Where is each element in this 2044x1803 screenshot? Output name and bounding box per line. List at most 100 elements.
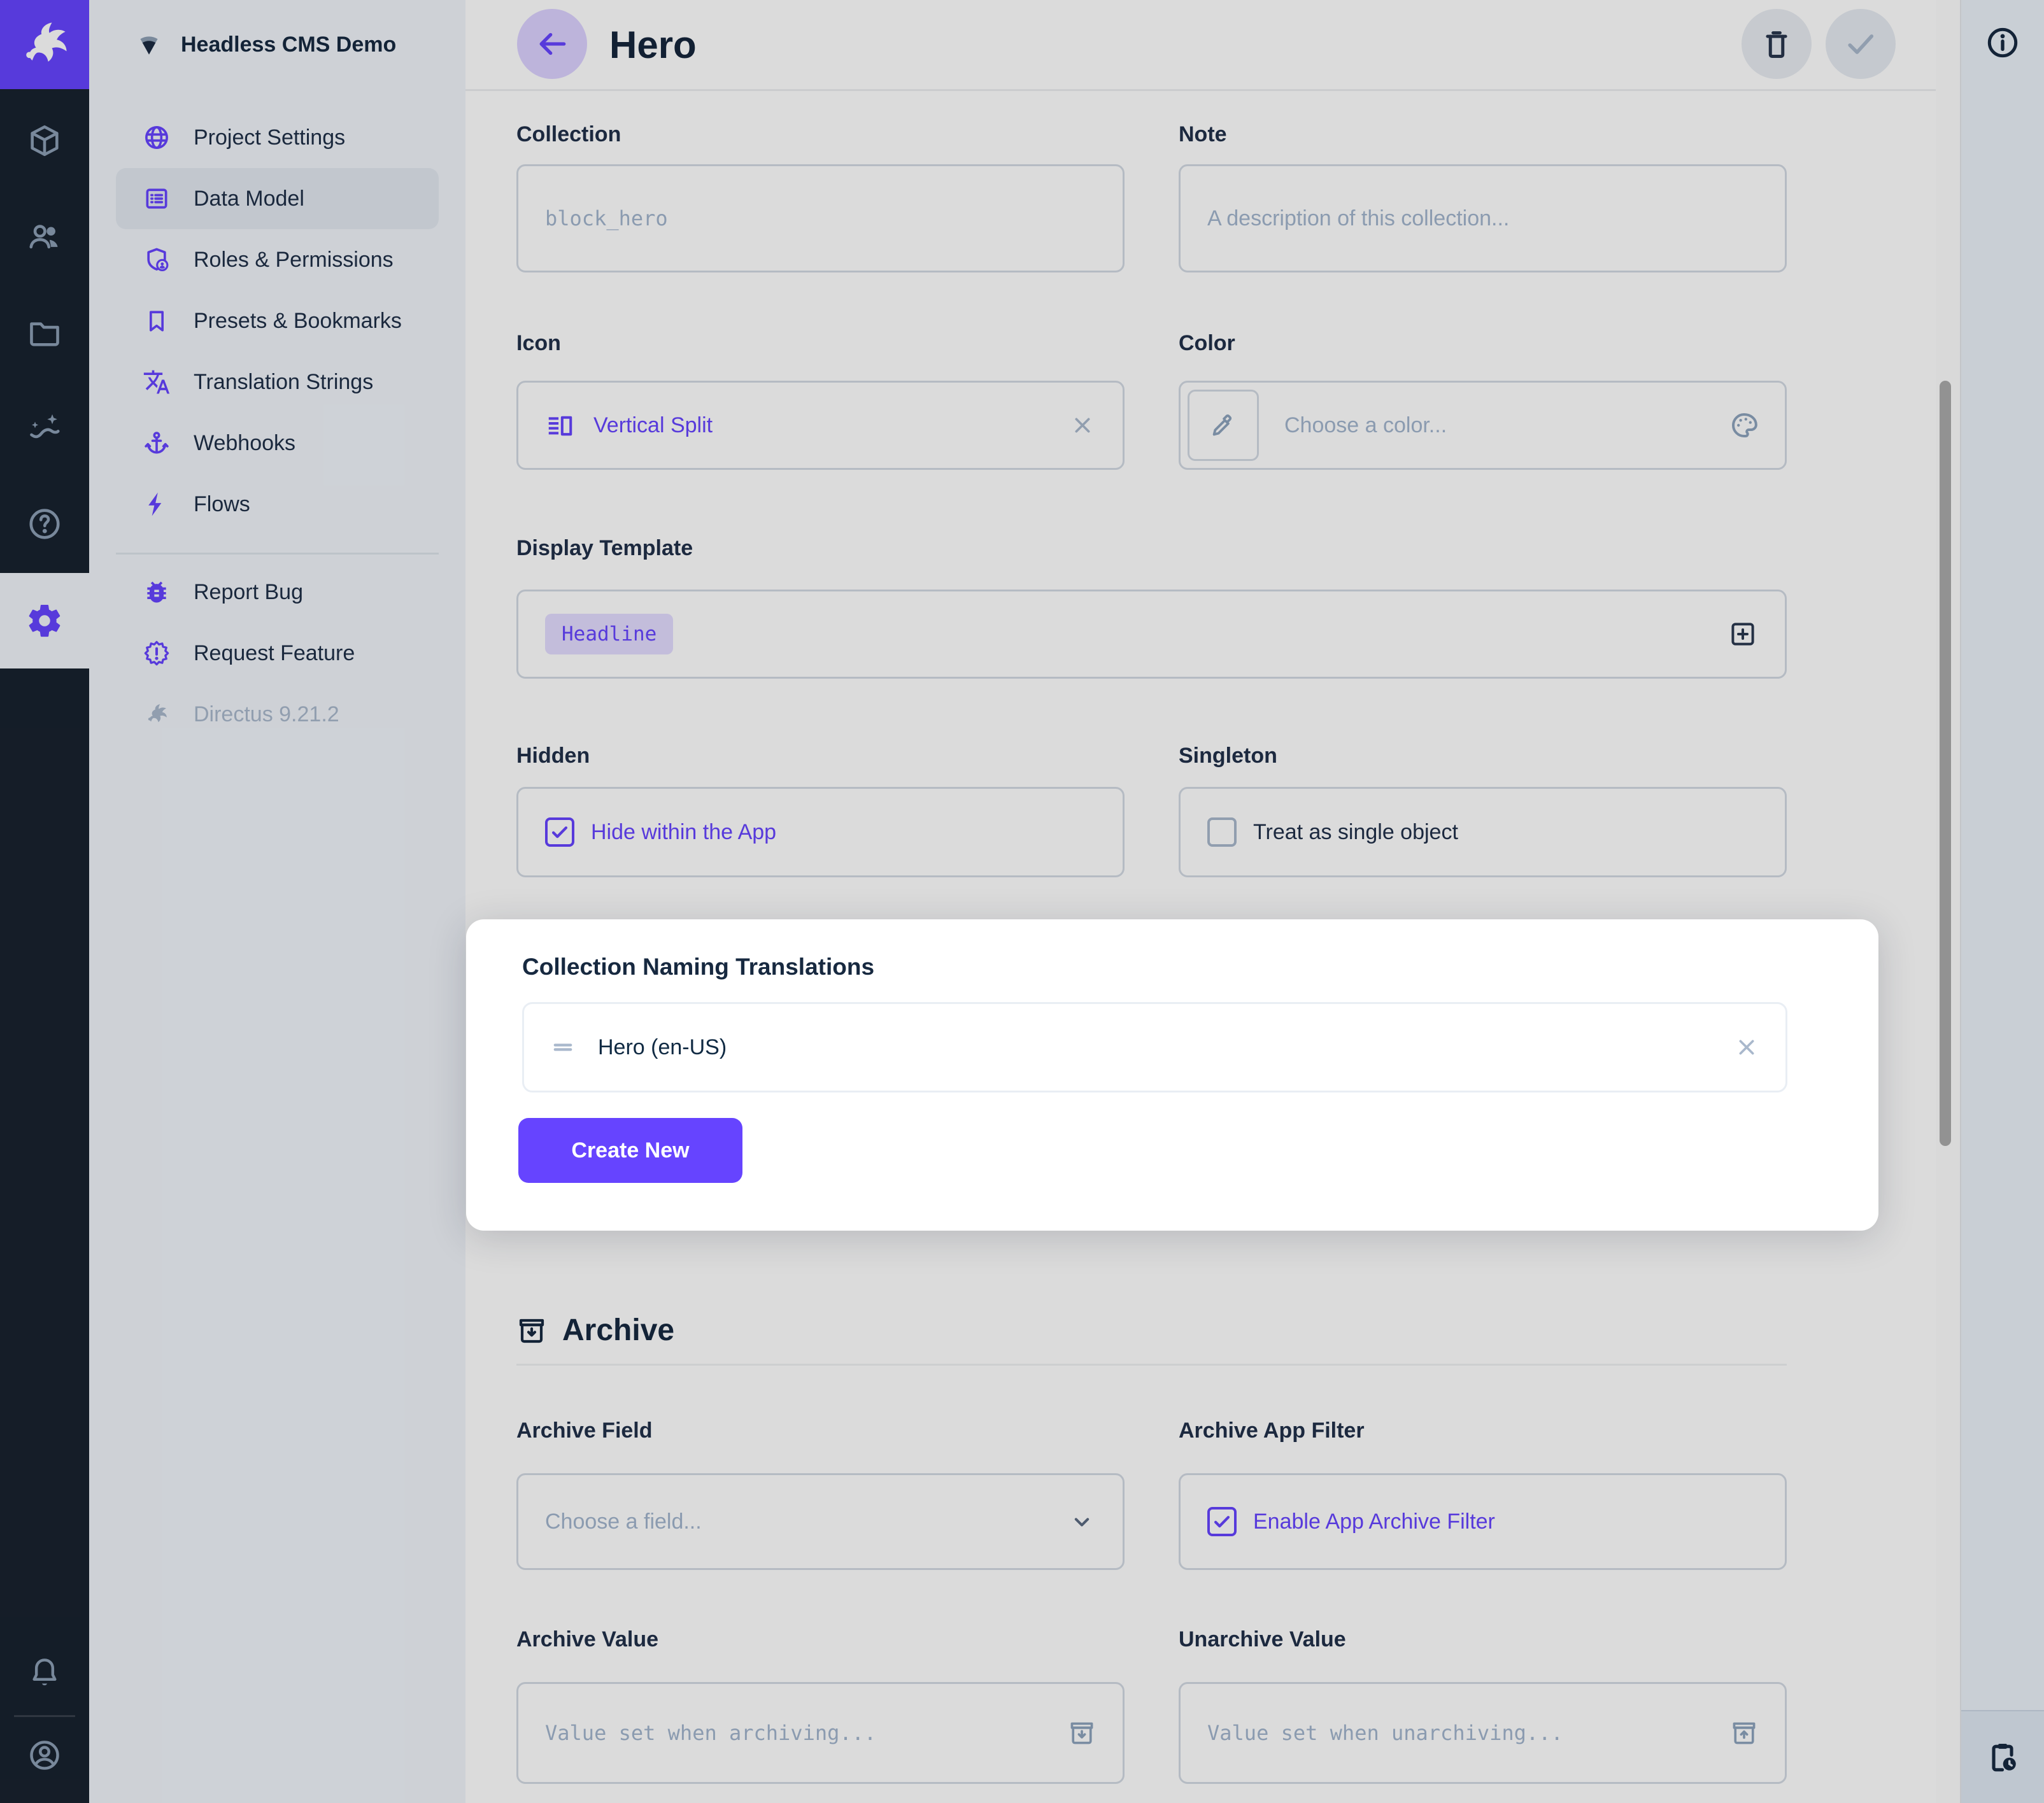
display-template-label: Display Template xyxy=(516,536,693,561)
insights-icon xyxy=(26,409,63,446)
notifications-bell-icon xyxy=(27,1655,62,1691)
archive-section-header: Archive xyxy=(516,1313,674,1348)
checkbox-checked-icon[interactable] xyxy=(545,817,574,847)
bug-icon xyxy=(143,578,171,606)
project-info[interactable]: Headless CMS Demo xyxy=(89,0,465,89)
info-sidebar-toggle[interactable] xyxy=(1961,25,2044,60)
nav-item-roles-permissions[interactable]: Roles & Permissions xyxy=(116,229,439,290)
eyedropper-button[interactable] xyxy=(1188,390,1259,461)
archive-app-filter-checkbox-label: Enable App Archive Filter xyxy=(1253,1510,1495,1534)
nav-item-report-bug[interactable]: Report Bug xyxy=(116,562,439,623)
archive-app-filter-toggle[interactable]: Enable App Archive Filter xyxy=(1179,1473,1787,1570)
note-field-label: Note xyxy=(1179,122,1227,147)
nav-item-data-model[interactable]: Data Model xyxy=(116,168,439,229)
translation-list-item[interactable]: Hero (en-US) xyxy=(522,1002,1787,1092)
display-template-input[interactable]: Headline xyxy=(516,590,1787,679)
module-bar xyxy=(0,0,89,1803)
collection-field-label: Collection xyxy=(516,122,621,147)
archive-field-select[interactable]: Choose a field... xyxy=(516,1473,1125,1570)
scrollbar-thumb[interactable] xyxy=(1940,381,1951,1146)
nav-item-presets-bookmarks[interactable]: Presets & Bookmarks xyxy=(116,290,439,351)
bookmark-icon xyxy=(143,307,171,335)
account-circle-icon xyxy=(27,1737,62,1773)
archive-icon xyxy=(516,1315,547,1346)
nav-item-flows[interactable]: Flows xyxy=(116,474,439,535)
collection-input[interactable]: block_hero xyxy=(516,164,1125,272)
archive-app-filter-label: Archive App Filter xyxy=(1179,1418,1365,1443)
module-users[interactable] xyxy=(0,192,89,281)
note-input[interactable]: A description of this collection... xyxy=(1179,164,1787,272)
directus-app: Headless CMS Demo Project Settings xyxy=(0,0,2044,1803)
module-settings[interactable] xyxy=(0,573,89,668)
version-label: Directus 9.21.2 xyxy=(194,702,339,727)
archive-value-input[interactable]: Value set when archiving... xyxy=(516,1682,1125,1784)
unarchive-value-placeholder: Value set when unarchiving... xyxy=(1207,1721,1563,1745)
checkbox-unchecked-icon[interactable] xyxy=(1207,817,1237,847)
remove-translation-x-icon[interactable] xyxy=(1733,1034,1760,1061)
revisions-sidebar-section[interactable] xyxy=(1961,1710,2044,1803)
icon-value: Vertical Split xyxy=(593,413,713,438)
icon-input[interactable]: Vertical Split xyxy=(516,381,1125,470)
nav-item-label: Request Feature xyxy=(194,641,355,666)
collections-box-icon xyxy=(26,122,63,159)
nav-item-label: Report Bug xyxy=(194,580,303,605)
settings-gear-icon xyxy=(25,602,64,640)
drag-handle-icon[interactable] xyxy=(550,1034,576,1061)
singleton-checkbox-label: Treat as single object xyxy=(1253,820,1458,845)
unarchive-value-label: Unarchive Value xyxy=(1179,1627,1346,1652)
help-icon xyxy=(26,506,63,542)
module-collections[interactable] xyxy=(0,96,89,185)
drawer-header: Hero xyxy=(465,0,1936,91)
vertical-split-icon xyxy=(545,411,574,440)
nav-item-request-feature[interactable]: Request Feature xyxy=(116,623,439,684)
add-box-icon[interactable] xyxy=(1728,619,1758,649)
icon-field-label: Icon xyxy=(516,331,561,356)
collection-value: block_hero xyxy=(545,206,668,230)
nav-item-label: Project Settings xyxy=(194,125,345,150)
nav-item-translation-strings[interactable]: Translation Strings xyxy=(116,351,439,413)
module-notifications[interactable] xyxy=(0,1629,89,1718)
create-new-button[interactable]: Create New xyxy=(518,1118,742,1183)
project-name: Headless CMS Demo xyxy=(181,32,396,57)
nav-item-webhooks[interactable]: Webhooks xyxy=(116,413,439,474)
module-files[interactable] xyxy=(0,288,89,377)
archive-section-title: Archive xyxy=(562,1313,674,1348)
collection-naming-translations-panel: Collection Naming Translations Hero (en-… xyxy=(466,919,1878,1231)
delete-button[interactable] xyxy=(1742,9,1812,79)
archive-field-placeholder: Choose a field... xyxy=(545,1510,702,1534)
color-input[interactable]: Choose a color... xyxy=(1179,381,1787,470)
check-icon xyxy=(1843,26,1878,62)
anchor-icon xyxy=(143,429,171,457)
palette-icon[interactable] xyxy=(1729,410,1759,441)
singleton-toggle[interactable]: Treat as single object xyxy=(1179,787,1787,877)
checkbox-checked-icon[interactable] xyxy=(1207,1507,1237,1536)
new-releases-icon xyxy=(143,639,171,667)
unarchive-arrow-up-icon xyxy=(1730,1719,1758,1747)
list-alt-icon xyxy=(143,185,171,213)
nav-item-project-settings[interactable]: Project Settings xyxy=(116,107,439,168)
arrow-left-icon xyxy=(534,26,570,62)
color-field-label: Color xyxy=(1179,331,1235,356)
clear-icon-x-icon[interactable] xyxy=(1069,412,1096,439)
right-sidebar xyxy=(1960,0,2044,1803)
back-button[interactable] xyxy=(517,9,587,79)
unarchive-value-input[interactable]: Value set when unarchiving... xyxy=(1179,1682,1787,1784)
nav-divider xyxy=(116,553,439,555)
module-help[interactable] xyxy=(0,479,89,569)
settings-nav: Headless CMS Demo Project Settings xyxy=(89,0,465,1803)
archive-value-placeholder: Value set when archiving... xyxy=(545,1721,876,1745)
eyedropper-icon xyxy=(1209,411,1238,440)
clipboard-clock-icon xyxy=(1985,1739,2020,1775)
files-folder-icon xyxy=(26,314,63,351)
nav-item-label: Webhooks xyxy=(194,431,295,456)
hidden-field-label: Hidden xyxy=(516,744,590,768)
template-field-chip[interactable]: Headline xyxy=(545,614,673,654)
hidden-toggle[interactable]: Hide within the App xyxy=(516,787,1125,877)
module-insights[interactable] xyxy=(0,383,89,472)
globe-icon xyxy=(143,124,171,152)
module-account[interactable] xyxy=(0,1720,89,1790)
directus-logo[interactable] xyxy=(0,0,89,89)
color-placeholder: Choose a color... xyxy=(1284,413,1447,438)
page-title: Hero xyxy=(609,0,697,89)
save-button[interactable] xyxy=(1826,9,1896,79)
